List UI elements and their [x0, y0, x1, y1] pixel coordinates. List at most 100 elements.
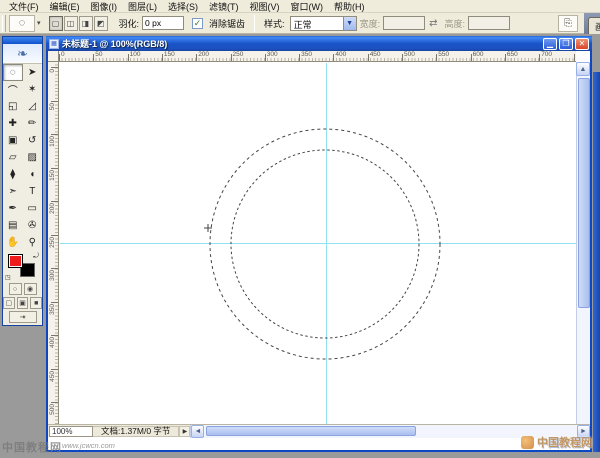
style-label: 样式: [264, 17, 285, 30]
menu-item-窗口W[interactable]: 窗口(W) [286, 0, 329, 13]
add-to-selection-button[interactable]: ◫ [64, 16, 78, 31]
standard-mode-button[interactable]: ○ [9, 283, 22, 295]
menu-item-编辑E[interactable]: 编辑(E) [45, 0, 85, 13]
history-brush-tool[interactable]: ↺ [23, 132, 43, 149]
shape-tool[interactable]: ▭ [23, 200, 43, 217]
document-size-status: 文档:1.37M/0 字节 [93, 426, 179, 437]
ruler-label: 350 [301, 51, 312, 58]
tool-preset-caret-icon[interactable]: ▾ [37, 19, 41, 27]
inner-selection-circle [231, 150, 419, 338]
vertical-scrollbar[interactable]: ▲ [576, 62, 590, 437]
notes-tool[interactable]: ▤ [3, 217, 23, 234]
quick-mask-mode-button[interactable]: ◉ [24, 283, 37, 295]
type-tool[interactable]: T [23, 183, 43, 200]
elliptical-marquee-icon: ◌ [19, 18, 26, 29]
standard-screen-button[interactable]: ▢ [3, 297, 15, 309]
crop-tool[interactable]: ◱ [3, 98, 23, 115]
intersect-selection-button[interactable]: ◩ [94, 16, 108, 31]
swap-colors-icon[interactable]: ⤾ [33, 253, 39, 261]
feather-input[interactable] [142, 16, 184, 30]
menu-item-图层L[interactable]: 图层(L) [123, 0, 162, 13]
antialias-checkbox[interactable]: ✓ [192, 18, 203, 29]
status-menu-button[interactable]: ▶ [179, 426, 190, 437]
brush-tool[interactable]: ✏ [23, 115, 43, 132]
ruler-tick [51, 101, 59, 102]
ruler-label: 250 [49, 237, 56, 248]
slice-tool[interactable]: ◿ [23, 98, 43, 115]
lasso-tool[interactable]: ⌒ [3, 81, 23, 98]
hand-tool[interactable]: ✋ [3, 234, 23, 251]
move-tool[interactable]: ➤ [23, 64, 43, 81]
fullscreen-button[interactable]: ■ [30, 297, 42, 309]
ruler-label: 150 [49, 170, 56, 181]
magic-wand-tool[interactable]: ✶ [23, 81, 43, 98]
scroll-up-icon: ▲ [580, 66, 587, 73]
maximize-button[interactable]: ❐ [559, 38, 573, 50]
canvas[interactable] [60, 63, 576, 437]
style-dropdown[interactable]: 正常 ▼ [290, 16, 357, 31]
document-titlebar[interactable]: ▦ 未标题-1 @ 100%(RGB/8) ▁ ❐ ✕ [46, 36, 592, 51]
scroll-up-button[interactable]: ▲ [576, 62, 590, 76]
ruler-corner[interactable] [48, 51, 59, 62]
zoom-tool[interactable]: ⚲ [23, 234, 43, 251]
elliptical-marquee-tool[interactable]: ◌ [3, 64, 23, 81]
blur-tool[interactable]: ⧫ [3, 166, 23, 183]
toolbox-titlebar[interactable] [3, 37, 42, 44]
edit-in-imageready-button[interactable]: ⇥ [9, 311, 37, 323]
ruler-label: 650 [507, 51, 518, 58]
vertical-scroll-thumb[interactable] [578, 78, 590, 308]
ruler-label: 100 [130, 51, 141, 58]
path-selection-tool[interactable]: ➣ [3, 183, 23, 200]
ruler-tick [436, 54, 437, 62]
scroll-left-button[interactable]: ◄ [191, 425, 204, 438]
ruler-tick [51, 369, 59, 370]
go-to-bridge-button[interactable]: ⎘ [558, 15, 578, 32]
gradient-tool[interactable]: ▨ [23, 149, 43, 166]
combo-arrow-icon[interactable]: ▼ [343, 17, 356, 30]
default-colors-icon[interactable]: ◳ [5, 274, 11, 281]
status-menu-arrow-icon: ▶ [183, 428, 188, 435]
menu-item-视图V[interactable]: 视图(V) [245, 0, 285, 13]
close-button[interactable]: ✕ [575, 38, 589, 50]
ruler-tick [505, 54, 506, 62]
pen-tool[interactable]: ✒ [3, 200, 23, 217]
menu-item-滤镜T[interactable]: 滤镜(T) [204, 0, 244, 13]
subtract-from-selection-button[interactable]: ◨ [79, 16, 93, 31]
fullscreen-menubar-button[interactable]: ▣ [17, 297, 29, 309]
horizontal-ruler[interactable]: 0501001502002503003504004505005506006507… [59, 51, 576, 62]
foreground-color-swatch[interactable] [8, 254, 23, 268]
ruler-tick [574, 54, 575, 62]
healing-brush-tool[interactable]: ✚ [3, 115, 23, 132]
height-input[interactable] [468, 16, 510, 30]
dodge-tool[interactable]: ◖ [23, 166, 43, 183]
scroll-left-icon: ◄ [194, 428, 201, 435]
horizontal-scroll-thumb[interactable] [206, 426, 416, 436]
ruler-tick [51, 402, 59, 403]
eyedropper-tool[interactable]: ✇ [23, 217, 43, 234]
ruler-tick [59, 54, 60, 62]
style-value: 正常 [291, 17, 343, 30]
document-title: 未标题-1 @ 100%(RGB/8) [62, 37, 543, 50]
eraser-tool[interactable]: ▱ [3, 149, 23, 166]
width-input[interactable] [383, 16, 425, 30]
menu-item-选择S[interactable]: 选择(S) [163, 0, 203, 13]
document-content: 0501001502002503003504004505005506006507… [48, 51, 590, 437]
menu-item-图像I[interactable]: 图像(I) [86, 0, 123, 13]
ruler-tick [196, 54, 197, 62]
swap-dimensions-icon[interactable]: ⇄ [429, 18, 437, 29]
ruler-label: 200 [198, 51, 209, 58]
menu-item-文件F[interactable]: 文件(F) [4, 0, 44, 13]
minimize-button[interactable]: ▁ [543, 38, 557, 50]
ruler-label: 50 [95, 51, 102, 58]
menu-item-帮助H[interactable]: 帮助(H) [329, 0, 370, 13]
zoom-percentage-field[interactable]: 100% [49, 426, 93, 437]
new-selection-button[interactable]: ▢ [49, 16, 63, 31]
tool-preset-picker[interactable]: ◌ [9, 15, 35, 32]
vertical-ruler[interactable]: 050100150200250300350400450500550 [48, 62, 59, 437]
ruler-label: 450 [49, 371, 56, 382]
clone-stamp-tool[interactable]: ▣ [3, 132, 23, 149]
ruler-tick [402, 54, 403, 62]
palette-tab-0[interactable]: 画笔 [588, 17, 600, 34]
marching-ants-selection [60, 63, 576, 437]
options-bar-handle[interactable] [2, 15, 6, 32]
